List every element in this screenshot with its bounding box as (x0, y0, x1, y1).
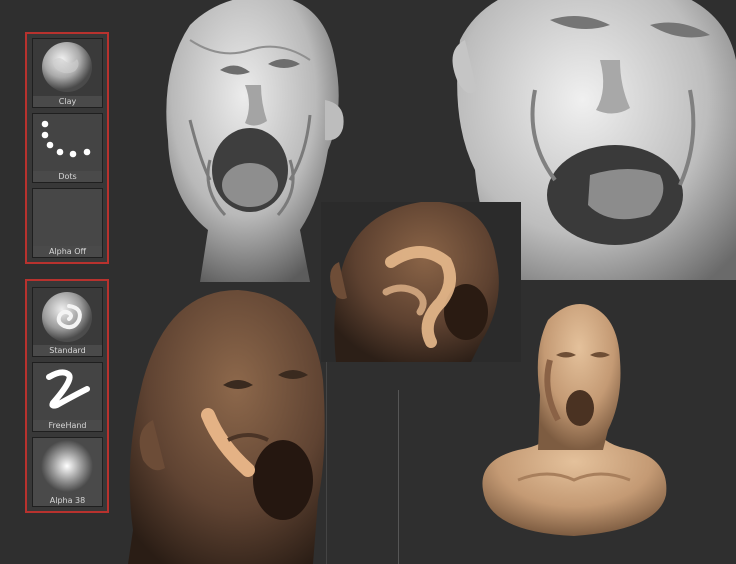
standard-brush-icon (33, 288, 102, 345)
stroke-label: FreeHand (48, 421, 87, 430)
viewport-skin-bust (478, 300, 670, 540)
alpha-38-icon (33, 438, 102, 495)
brush-label: Clay (58, 97, 77, 106)
stroke-label: Dots (58, 172, 77, 181)
clay-brush-icon (33, 39, 102, 96)
alpha-label: Alpha Off (48, 247, 87, 256)
stroke-slot-freehand[interactable]: FreeHand (32, 362, 103, 432)
divider-line (398, 390, 399, 564)
alpha-label: Alpha 38 (49, 496, 86, 505)
alpha-slot-38[interactable]: Alpha 38 (32, 437, 103, 507)
brown-sculpt-large (128, 290, 325, 564)
brush-label: Standard (49, 346, 86, 355)
alpha-off-icon (33, 189, 102, 246)
alpha-slot-off[interactable]: Alpha Off (32, 188, 103, 258)
dots-stroke-icon (33, 114, 102, 171)
skin-sculpt-bust (482, 304, 667, 536)
viewport-brown-head-large (128, 290, 328, 564)
brush-slot-standard[interactable]: Standard (32, 287, 103, 357)
freehand-stroke-icon (33, 363, 102, 420)
brush-slot-clay[interactable]: Clay (32, 38, 103, 108)
brush-palette-bottom: Standard FreeHand Alpha 38 (25, 279, 109, 513)
brush-palette-top: Clay Dots Alpha Off (25, 32, 109, 264)
stroke-slot-dots[interactable]: Dots (32, 113, 103, 183)
